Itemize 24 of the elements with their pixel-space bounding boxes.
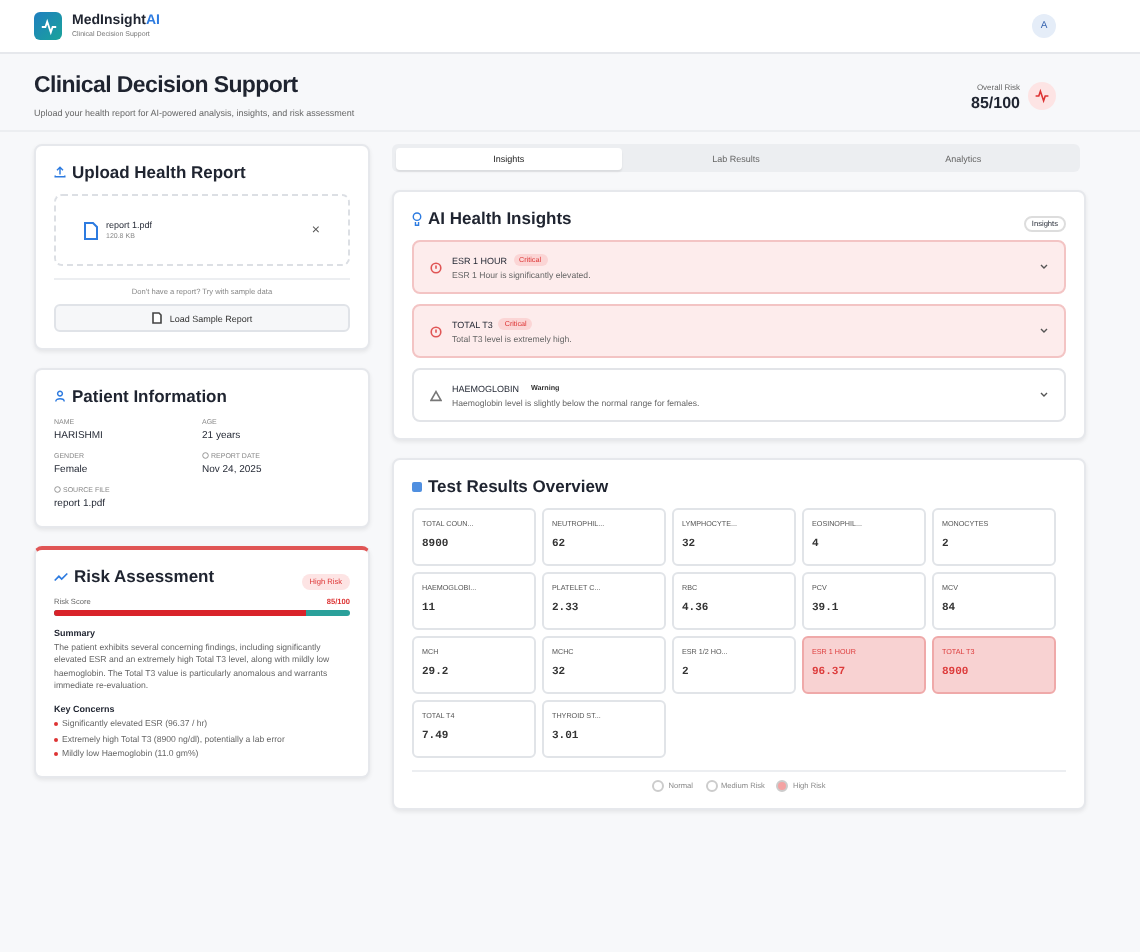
logo-icon bbox=[34, 12, 62, 40]
document-icon bbox=[151, 312, 162, 324]
page-title: Clinical Decision Support bbox=[34, 74, 300, 98]
info-icon bbox=[54, 486, 61, 494]
lightbulb-icon bbox=[412, 211, 422, 225]
file-icon bbox=[84, 221, 98, 239]
alert-circle-icon bbox=[430, 325, 442, 337]
chevron-down-icon[interactable] bbox=[1040, 392, 1048, 398]
card-title: Test Results Overview bbox=[428, 476, 609, 496]
overall-risk-value: 85/100 bbox=[971, 93, 1020, 111]
chevron-down-icon[interactable] bbox=[1040, 264, 1048, 270]
card-title: Upload Health Report bbox=[72, 162, 246, 182]
card-title: Patient Information bbox=[72, 386, 227, 406]
trend-icon bbox=[54, 571, 68, 581]
square-icon bbox=[412, 481, 422, 491]
alert-circle-icon bbox=[430, 261, 442, 273]
info-icon bbox=[202, 452, 209, 460]
chevron-down-icon[interactable] bbox=[1040, 328, 1048, 334]
card-title: Risk Assessment bbox=[74, 566, 215, 586]
pulse-icon bbox=[1028, 82, 1056, 110]
warning-triangle-icon bbox=[430, 389, 442, 401]
upload-icon bbox=[54, 166, 66, 178]
card-title: AI Health Insights bbox=[428, 208, 572, 228]
person-icon bbox=[54, 390, 66, 402]
